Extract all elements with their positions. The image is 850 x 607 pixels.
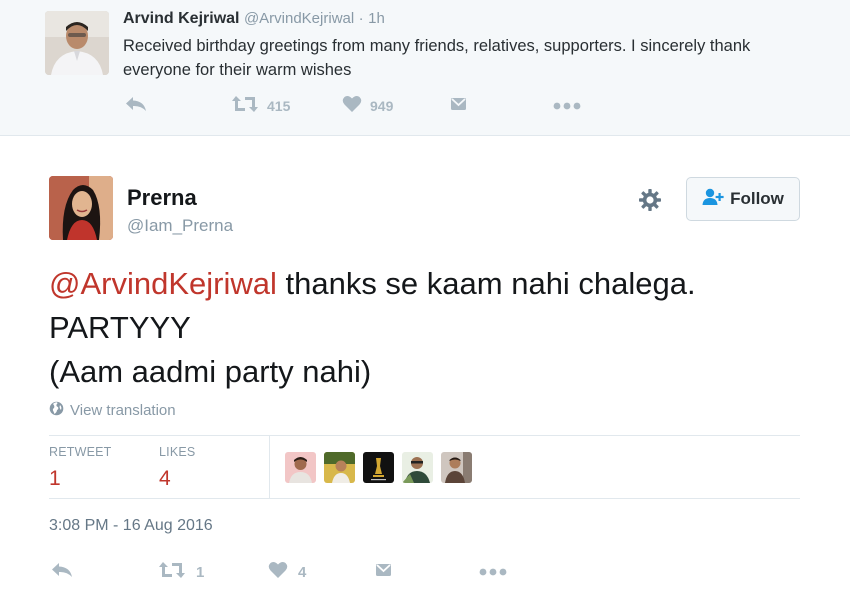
retweet-icon (231, 95, 259, 118)
follow-label: Follow (730, 189, 784, 208)
heart-icon (342, 95, 362, 118)
reply-icon (125, 95, 147, 118)
liker-avatar[interactable] (402, 452, 433, 483)
parent-tweet-text: Received birthday greetings from many fr… (123, 37, 751, 79)
retweet-icon (158, 561, 186, 584)
parent-actions: 415 949 (123, 94, 593, 118)
heart-icon (268, 561, 288, 584)
add-user-icon (702, 188, 724, 211)
reply-icon (51, 561, 73, 584)
parent-handle[interactable]: @ArvindKejriwal (244, 10, 354, 27)
parent-avatar[interactable] (45, 11, 109, 75)
direct-message-icon (450, 96, 467, 117)
tweet-line-3: (Aam aadmi party nahi) (49, 354, 372, 389)
dm-button[interactable] (375, 560, 392, 584)
view-translation-link[interactable]: View translation (49, 401, 176, 420)
tweet-line-1-rest: thanks se kaam nahi chalega. (276, 266, 696, 301)
separator-dot: · (358, 10, 364, 27)
tweet-timestamp[interactable]: 3:08 PM - 16 Aug 2016 (49, 517, 213, 535)
follow-button[interactable]: Follow (686, 177, 800, 221)
reply-button[interactable] (51, 560, 73, 584)
direct-message-icon (375, 562, 392, 583)
view-translation-label: View translation (70, 402, 176, 419)
more-icon (553, 97, 581, 115)
likes-stat-count: 4 (159, 467, 171, 490)
gear-icon[interactable] (637, 187, 663, 213)
author-handle[interactable]: @Iam_Prerna (127, 216, 233, 236)
author-avatar[interactable] (49, 176, 113, 240)
tweet-page: Arvind Kejriwal @ArvindKejriwal · 1h Rec… (0, 0, 850, 607)
tweet-line-1: @ArvindKejriwal thanks se kaam nahi chal… (49, 262, 819, 306)
parent-dm-button[interactable] (450, 94, 467, 118)
tweet-actions: 1 4 (49, 560, 529, 584)
parent-like-button[interactable]: 949 (342, 94, 393, 118)
parent-retweet-button[interactable]: 415 (231, 94, 290, 118)
author-display-name[interactable]: Prerna (127, 186, 197, 210)
parent-reply-button[interactable] (125, 94, 147, 118)
parent-like-count: 949 (370, 98, 394, 114)
retweet-stat-label: RETWEET (49, 445, 112, 459)
tweet-line-2: PARTYYY (49, 310, 191, 345)
liker-avatar[interactable] (363, 452, 394, 483)
more-button[interactable] (479, 560, 507, 584)
likes-stat-label: LIKES (159, 445, 196, 459)
parent-time[interactable]: 1h (368, 10, 385, 27)
parent-display-name[interactable]: Arvind Kejriwal (123, 10, 239, 27)
stats-divider (269, 436, 270, 498)
tweet-stats: RETWEET 1 LIKES 4 (49, 435, 800, 499)
like-count: 4 (298, 563, 307, 581)
retweet-button[interactable]: 1 (158, 560, 204, 584)
parent-more-button[interactable] (553, 94, 581, 118)
more-icon (479, 563, 507, 581)
liker-avatar[interactable] (324, 452, 355, 483)
tweet-text: @ArvindKejriwal thanks se kaam nahi chal… (49, 262, 819, 394)
parent-tweet[interactable]: Arvind Kejriwal @ArvindKejriwal · 1h Rec… (0, 0, 850, 136)
globe-icon (49, 401, 64, 420)
like-button[interactable]: 4 (268, 560, 306, 584)
parent-header: Arvind Kejriwal @ArvindKejriwal · 1h (123, 9, 385, 29)
liker-avatar[interactable] (441, 452, 472, 483)
likes-stat[interactable]: LIKES 4 (159, 445, 195, 491)
retweet-stat-count: 1 (49, 467, 61, 490)
liker-avatar[interactable] (285, 452, 316, 483)
retweet-count: 1 (196, 563, 205, 581)
mention-link[interactable]: @ArvindKejriwal (49, 266, 277, 301)
retweet-stat[interactable]: RETWEET 1 (49, 445, 112, 491)
parent-retweet-count: 415 (267, 98, 291, 114)
